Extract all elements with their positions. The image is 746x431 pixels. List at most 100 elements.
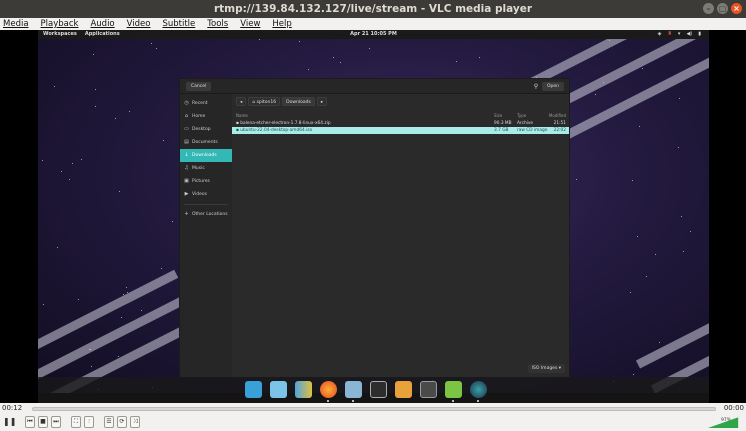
sidebar-item-label: Downloads <box>192 153 217 158</box>
battery-icon[interactable]: ▮ <box>698 30 701 39</box>
breadcrumb-forward-icon[interactable]: ▸ <box>316 97 328 106</box>
sidebar-item-other-locations[interactable]: + Other Locations <box>180 208 232 221</box>
star <box>456 61 457 62</box>
sidebar-item-home[interactable]: ⌂ Home <box>180 110 232 123</box>
file-modified: 22:02 <box>553 128 566 133</box>
files-icon[interactable] <box>345 381 362 402</box>
notify-icon[interactable]: ♜ <box>667 30 671 39</box>
breadcrumb-downloads[interactable]: Downloads <box>282 97 315 106</box>
shuffle-button[interactable]: ⤨ <box>130 416 140 428</box>
minimize-icon[interactable]: – <box>703 3 714 14</box>
menu-help[interactable]: Help <box>272 18 291 30</box>
menu-subtitle[interactable]: Subtitle <box>162 18 195 30</box>
star <box>119 191 120 192</box>
menu-audio[interactable]: Audio <box>90 18 114 30</box>
breadcrumb-back-icon[interactable]: ◂ <box>236 97 247 106</box>
star <box>639 126 640 127</box>
terminal-icon[interactable] <box>370 381 387 398</box>
menubar: Media Playback Audio Video Subtitle Tool… <box>0 18 746 30</box>
sidebar-item-music[interactable]: ♫ Music <box>180 162 232 175</box>
menu-playback[interactable]: Playback <box>41 18 79 30</box>
star <box>95 89 96 90</box>
playlist-button[interactable]: ☰ <box>104 416 114 428</box>
extended-settings-button[interactable]: ⫶ <box>84 416 94 428</box>
calendar-icon[interactable] <box>270 381 287 398</box>
firefox-icon[interactable] <box>320 381 337 402</box>
cube-app-icon[interactable] <box>445 381 462 402</box>
stop-button[interactable]: ■ <box>38 416 48 428</box>
star <box>161 268 162 269</box>
software-icon[interactable] <box>395 381 412 398</box>
maximize-icon[interactable]: ▢ <box>717 3 728 14</box>
volume-tray-icon[interactable]: ◀) <box>686 30 692 39</box>
cancel-button[interactable]: Cancel <box>186 82 212 91</box>
sidebar-item-documents[interactable]: ▤ Documents <box>180 136 232 149</box>
column-size[interactable]: Size <box>494 112 502 120</box>
clock[interactable]: Apr 21 10:05 PM <box>350 30 397 39</box>
sidebar-item-recent[interactable]: ◷ Recent <box>180 97 232 110</box>
loop-button[interactable]: ⟳ <box>117 416 127 428</box>
volume-slider[interactable] <box>706 416 741 429</box>
download-icon: ↓ <box>184 152 189 158</box>
sidebar-item-videos[interactable]: ▶ Videos <box>180 188 232 201</box>
column-name[interactable]: Name <box>236 112 248 120</box>
sidebar-item-pictures[interactable]: ▣ Pictures <box>180 175 232 188</box>
file-modified: 21:51 <box>553 121 566 126</box>
window-titlebar: rtmp://139.84.132.127/live/stream - VLC … <box>0 0 746 18</box>
star <box>115 118 116 119</box>
applications-label[interactable]: Applications <box>85 30 120 39</box>
sidebar-item-label: Desktop <box>192 127 211 132</box>
file-list-header: Name Size Type Modified <box>232 112 569 120</box>
dock <box>38 377 709 403</box>
previous-button[interactable]: ⏮ <box>25 416 35 428</box>
file-name-text: balena-etcher-electron-1.7.8-linux-x64.z… <box>240 121 331 126</box>
sidebar-item-label: Music <box>192 166 205 171</box>
file-list-pane: ◂ ⌂ spiton16 Downloads ▸ Name Size Type … <box>232 94 569 377</box>
seek-bar[interactable] <box>32 407 716 411</box>
star <box>683 251 684 252</box>
star <box>632 180 633 181</box>
open-button[interactable]: Open <box>541 82 564 91</box>
fullscreen-button[interactable]: ⛶ <box>71 416 81 428</box>
menu-tools[interactable]: Tools <box>207 18 228 30</box>
file-filter-dropdown[interactable]: ISO Images ▾ <box>527 364 565 373</box>
star <box>678 147 679 148</box>
workspaces-label[interactable]: Workspaces <box>43 30 77 39</box>
globe-app-icon[interactable] <box>470 381 487 402</box>
breadcrumb-home-label: spiton16 <box>256 100 277 105</box>
sidebar-item-downloads[interactable]: ↓ Downloads <box>180 149 232 162</box>
pause-button[interactable]: ❚❚ <box>3 416 16 428</box>
wifi-icon[interactable]: ▾ <box>678 30 681 39</box>
video-area[interactable]: Workspaces Applications Apr 21 10:05 PM … <box>0 30 746 403</box>
sidebar-separator <box>184 204 228 205</box>
search-icon[interactable]: ⚲ <box>531 82 541 91</box>
sidebar-item-label: Videos <box>192 192 207 197</box>
network-icon[interactable]: ◈ <box>658 30 662 39</box>
star <box>308 69 309 70</box>
star <box>609 40 610 41</box>
file-size: 90.3 MB <box>494 121 512 126</box>
star <box>93 54 94 55</box>
close-icon[interactable]: × <box>731 3 742 14</box>
star <box>129 111 130 112</box>
breadcrumb-home[interactable]: ⌂ spiton16 <box>248 97 281 106</box>
file-row-selected[interactable]: ▪ ubuntu-22.04-desktop-amd64.iso 3.7 GB … <box>232 127 569 134</box>
star <box>78 299 79 300</box>
music-icon: ♫ <box>184 165 189 171</box>
menu-video[interactable]: Video <box>127 18 151 30</box>
star <box>127 292 128 293</box>
settings-icon[interactable] <box>420 381 437 398</box>
menu-view[interactable]: View <box>240 18 260 30</box>
star <box>126 287 127 288</box>
column-modified[interactable]: Modified <box>549 112 566 120</box>
file-row[interactable]: ▪ balena-etcher-electron-1.7.8-linux-x64… <box>232 120 569 127</box>
next-button[interactable]: ⏭ <box>51 416 61 428</box>
menu-media[interactable]: Media <box>3 18 29 30</box>
column-type[interactable]: Type <box>517 112 526 120</box>
sidebar-item-desktop[interactable]: ▭ Desktop <box>180 123 232 136</box>
star <box>90 349 91 350</box>
app-grid-icon[interactable] <box>295 381 312 398</box>
file-type: Archive <box>517 121 534 126</box>
tiles-icon[interactable] <box>245 381 262 398</box>
star <box>57 247 58 248</box>
